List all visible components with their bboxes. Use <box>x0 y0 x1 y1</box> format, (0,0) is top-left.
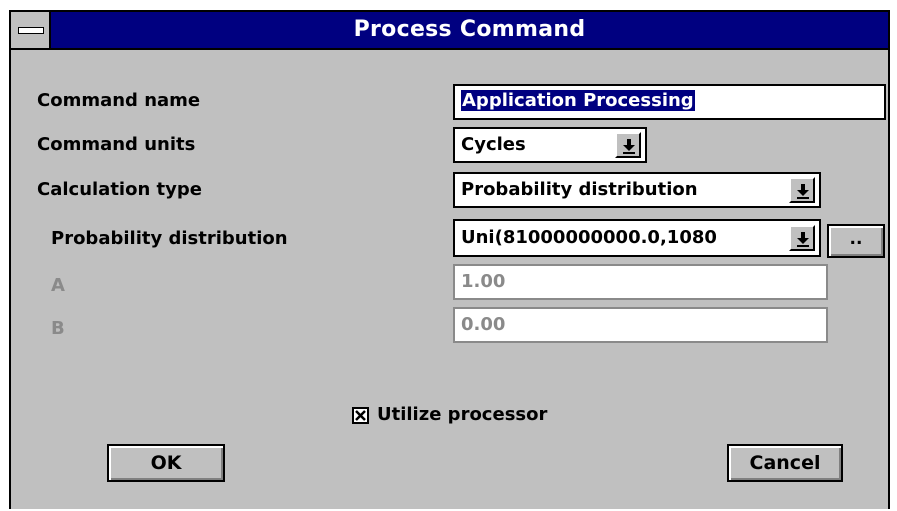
probability-distribution-select[interactable]: Uni(81000000000.0,1080 <box>453 219 821 257</box>
utilize-processor-checkbox[interactable] <box>352 407 369 424</box>
cancel-button[interactable]: Cancel <box>727 444 843 482</box>
command-units-value: Cycles <box>461 134 526 155</box>
param-a-input[interactable]: 1.00 <box>453 264 828 300</box>
x-check-icon <box>355 410 366 421</box>
utilize-processor-label[interactable]: Utilize processor <box>377 404 547 425</box>
process-command-dialog: Process Command Command name Application… <box>9 10 890 509</box>
title-bar: Process Command <box>11 12 888 50</box>
command-name-label: Command name <box>37 90 201 111</box>
calculation-type-dropdown-button[interactable] <box>789 177 815 203</box>
calculation-type-select[interactable]: Probability distribution <box>453 172 821 208</box>
param-b-input[interactable]: 0.00 <box>453 307 828 343</box>
down-arrow-icon <box>623 139 635 154</box>
param-a-label: A <box>51 275 65 296</box>
down-arrow-icon <box>797 232 809 247</box>
minus-bar-icon <box>18 27 44 34</box>
ok-button[interactable]: OK <box>107 444 225 482</box>
command-name-input[interactable]: Application Processing <box>453 84 886 120</box>
calculation-type-value: Probability distribution <box>461 179 698 200</box>
param-b-value: 0.00 <box>461 314 506 335</box>
probability-distribution-value: Uni(81000000000.0,1080 <box>461 227 717 248</box>
probability-distribution-dropdown-button[interactable] <box>789 225 815 251</box>
command-units-select[interactable]: Cycles <box>453 127 647 163</box>
calculation-type-label: Calculation type <box>37 179 202 200</box>
param-a-value: 1.00 <box>461 271 506 292</box>
system-menu-button[interactable] <box>11 12 51 48</box>
command-units-label: Command units <box>37 134 196 155</box>
probability-distribution-label: Probability distribution <box>51 228 288 249</box>
param-b-label: B <box>51 318 65 339</box>
command-name-value: Application Processing <box>461 90 695 111</box>
browse-distribution-button[interactable]: .. <box>827 224 885 258</box>
down-arrow-icon <box>797 184 809 199</box>
window-title: Process Command <box>353 17 586 42</box>
command-units-dropdown-button[interactable] <box>615 132 641 158</box>
